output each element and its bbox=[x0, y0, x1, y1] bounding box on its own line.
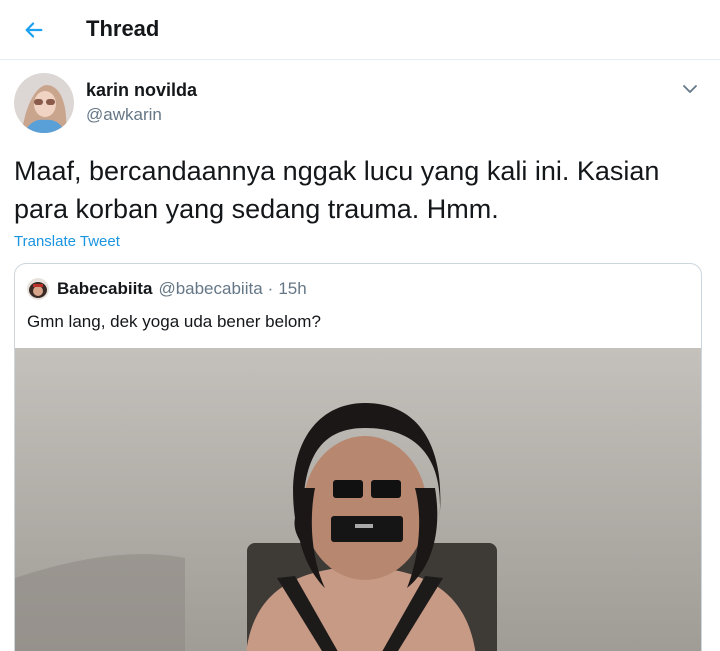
quoted-tweet-header: Babecabiita @babecabiita · 15h bbox=[27, 278, 307, 300]
author-name[interactable]: karin novilda bbox=[86, 80, 197, 101]
quoted-author-handle: @babecabiita bbox=[158, 279, 263, 298]
quoted-tweet-text: Gmn lang, dek yoga uda bener belom? bbox=[27, 312, 321, 331]
chevron-down-icon bbox=[683, 85, 697, 93]
translate-tweet-link[interactable]: Translate Tweet bbox=[14, 233, 120, 250]
avatar[interactable] bbox=[14, 73, 74, 133]
arrow-left-icon bbox=[25, 22, 43, 38]
quoted-separator: · bbox=[267, 279, 274, 298]
quoted-tweet-photo[interactable] bbox=[15, 348, 701, 651]
tweet-author: karin novilda @awkarin bbox=[14, 73, 706, 133]
quoted-tweet[interactable]: Babecabiita @babecabiita · 15h Gmn lang,… bbox=[14, 263, 702, 651]
page-title: Thread bbox=[86, 16, 160, 41]
back-button[interactable] bbox=[18, 14, 50, 46]
tweet-text: Maaf, bercandaannya nggak lucu yang kali… bbox=[14, 156, 660, 224]
thread-header: Thread bbox=[0, 0, 720, 60]
quoted-avatar[interactable] bbox=[27, 278, 49, 300]
quoted-timestamp[interactable]: 15h bbox=[278, 279, 306, 299]
more-options-button[interactable] bbox=[678, 77, 702, 101]
author-handle: @awkarin bbox=[86, 105, 162, 124]
quoted-author-name[interactable]: Babecabiita bbox=[57, 279, 152, 299]
